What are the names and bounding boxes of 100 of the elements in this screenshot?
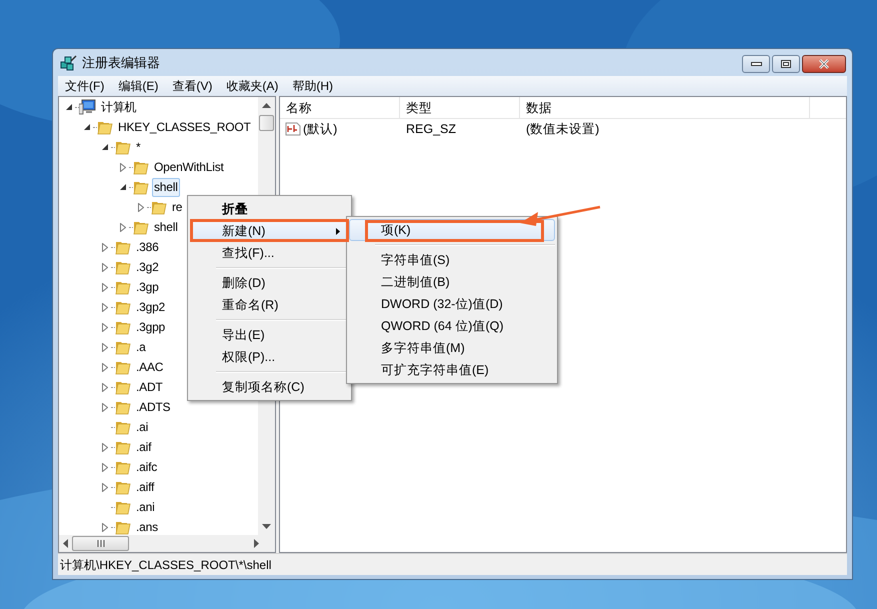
scroll-left-icon[interactable] (63, 539, 68, 548)
tree-item[interactable]: .ans (134, 518, 160, 535)
computer-icon (79, 99, 96, 115)
tree-item[interactable]: .aiff (134, 478, 156, 496)
maximize-icon (781, 60, 791, 68)
tree-item[interactable]: .ani (134, 498, 157, 516)
tree-item[interactable]: .3g2 (134, 258, 161, 276)
menu-item[interactable]: 删除(D) (190, 272, 349, 294)
collapsed-arrow-icon[interactable] (102, 442, 108, 452)
menu-item[interactable]: 可扩充字符串值(E) (349, 359, 555, 381)
menu-item[interactable]: 文件(F) (58, 76, 112, 96)
minimize-button[interactable] (742, 55, 770, 73)
close-button[interactable] (802, 55, 846, 73)
menu-item[interactable]: 查找(F)... (190, 242, 349, 264)
close-icon (818, 59, 830, 69)
window-title: 注册表编辑器 (82, 54, 160, 72)
folder-icon (115, 459, 131, 475)
scroll-down-icon[interactable] (262, 524, 271, 529)
tree-item[interactable]: .AAC (134, 358, 166, 376)
collapsed-arrow-icon[interactable] (102, 262, 108, 272)
collapsed-arrow-icon[interactable] (102, 462, 108, 472)
tree-item[interactable]: .aifc (134, 458, 160, 476)
collapsed-arrow-icon[interactable] (102, 482, 108, 492)
column-header[interactable]: 类型 (400, 97, 520, 119)
tree-item[interactable]: shell (152, 178, 180, 196)
collapsed-arrow-icon[interactable] (120, 222, 126, 232)
expanded-arrow-icon[interactable] (102, 144, 108, 150)
folder-icon (115, 299, 131, 315)
scrollbar-thumb[interactable] (259, 115, 274, 131)
tree-item[interactable]: re (170, 198, 184, 216)
maximize-button[interactable] (772, 55, 800, 73)
folder-icon (115, 379, 131, 395)
collapsed-arrow-icon[interactable] (102, 522, 108, 532)
folder-icon (115, 399, 131, 415)
collapsed-arrow-icon[interactable] (102, 342, 108, 352)
folder-icon (115, 139, 131, 155)
tree-item[interactable]: * (134, 138, 142, 156)
tree-item[interactable]: .a (134, 338, 148, 356)
tree-item[interactable]: shell (152, 218, 180, 236)
collapsed-arrow-icon[interactable] (102, 322, 108, 332)
menu-item[interactable]: 权限(P)... (190, 346, 349, 368)
tree-item[interactable]: OpenWithList (152, 158, 226, 176)
collapsed-arrow-icon[interactable] (138, 202, 144, 212)
expanded-arrow-icon[interactable] (120, 184, 126, 190)
folder-icon (115, 419, 131, 435)
tree-item[interactable]: .3gpp (134, 318, 168, 336)
folder-icon (115, 319, 131, 335)
minimize-icon (750, 62, 762, 66)
collapsed-arrow-icon[interactable] (102, 302, 108, 312)
tree-item[interactable]: .3gp2 (134, 298, 168, 316)
column-header[interactable]: 数据 (520, 97, 810, 119)
collapsed-arrow-icon[interactable] (102, 242, 108, 252)
tree-item[interactable]: .ai (134, 418, 150, 436)
tree-item[interactable]: .3gp (134, 278, 161, 296)
menu-item[interactable]: 编辑(E) (111, 76, 166, 96)
menu-item[interactable]: 字符串值(S) (349, 249, 555, 271)
scroll-right-icon[interactable] (254, 539, 259, 548)
folder-icon (133, 219, 149, 235)
submenu-arrow-icon (336, 228, 340, 234)
menu-item[interactable]: 折叠 (190, 198, 349, 220)
collapsed-arrow-icon[interactable] (102, 362, 108, 372)
value-type: REG_SZ (405, 120, 458, 138)
horizontal-scrollbar[interactable] (59, 535, 275, 552)
menu-item[interactable]: 导出(E) (190, 324, 349, 346)
collapsed-arrow-icon[interactable] (102, 402, 108, 412)
expanded-arrow-icon[interactable] (84, 124, 90, 130)
folder-icon (151, 199, 167, 215)
registry-cubes-icon (60, 54, 77, 70)
tree-item[interactable]: .aif (134, 438, 154, 456)
collapsed-arrow-icon[interactable] (120, 162, 126, 172)
menu-item[interactable]: 帮助(H) (285, 76, 340, 96)
menu-item[interactable]: 复制项名称(C) (190, 376, 349, 398)
collapsed-arrow-icon[interactable] (102, 282, 108, 292)
folder-icon (115, 279, 131, 295)
scroll-up-icon[interactable] (262, 103, 271, 108)
tree-item[interactable]: .ADT (134, 378, 165, 396)
folder-icon (115, 439, 131, 455)
menu-item[interactable]: QWORD (64 位)值(Q) (349, 315, 555, 337)
scrollbar-thumb[interactable] (72, 536, 129, 551)
folder-icon (115, 499, 131, 515)
menu-item[interactable]: 查看(V) (165, 76, 220, 96)
tree-item[interactable]: .ADTS (134, 398, 172, 416)
menu-item[interactable]: DWORD (32-位)值(D) (349, 293, 555, 315)
folder-icon (133, 179, 149, 195)
tree-item[interactable]: 计算机 (99, 98, 138, 116)
collapsed-arrow-icon[interactable] (102, 382, 108, 392)
tree-item[interactable]: .386 (134, 238, 161, 256)
menu-item[interactable]: 重命名(R) (190, 294, 349, 316)
expanded-arrow-icon[interactable] (66, 104, 72, 110)
folder-icon (115, 479, 131, 495)
tree-item[interactable]: HKEY_CLASSES_ROOT (116, 118, 253, 136)
menu-item[interactable]: 多字符串值(M) (349, 337, 555, 359)
column-header[interactable]: 名称 (280, 97, 400, 119)
menu-item[interactable]: 收藏夹(A) (219, 76, 286, 96)
status-bar: 计算机\HKEY_CLASSES_ROOT\*\shell (58, 553, 847, 575)
folder-icon (115, 259, 131, 275)
folder-icon (97, 119, 113, 135)
folder-icon (115, 239, 131, 255)
menu-item[interactable]: 二进制值(B) (349, 271, 555, 293)
value-name[interactable]: (默认) (303, 120, 338, 138)
